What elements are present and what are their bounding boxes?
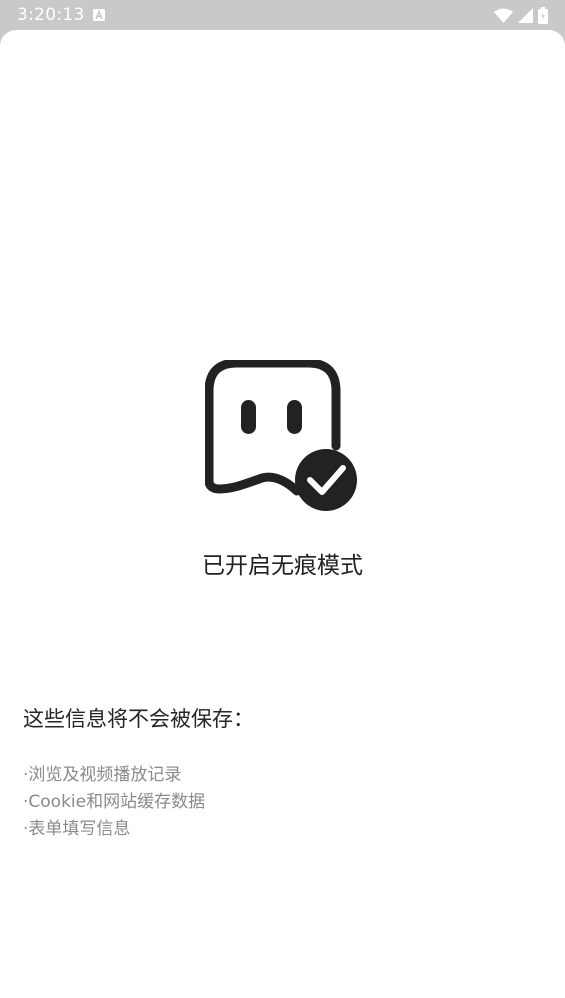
incognito-page: 已开启无痕模式 这些信息将不会被保存： ·浏览及视频播放记录 ·Cookie和网…: [0, 30, 565, 998]
info-heading: 这些信息将不会被保存：: [23, 707, 254, 731]
info-item-browsing-history: ·浏览及视频播放记录: [23, 765, 182, 785]
status-time: 3:20:13: [17, 5, 85, 25]
incognito-ghost-check-icon: [205, 360, 357, 511]
info-list: ·浏览及视频播放记录 ·Cookie和网站缓存数据 ·表单填写信息: [23, 762, 205, 843]
signal-icon: [518, 7, 533, 23]
notification-a-icon: [93, 9, 105, 21]
info-item-form-data: ·表单填写信息: [23, 819, 131, 839]
battery-icon: [538, 6, 548, 24]
status-icons: [494, 6, 548, 24]
incognito-mode-title: 已开启无痕模式: [202, 553, 363, 579]
info-item-cookie-cache: ·Cookie和网站缓存数据: [23, 792, 206, 812]
status-bar: 3:20:13: [0, 0, 565, 32]
wifi-icon: [494, 8, 513, 23]
